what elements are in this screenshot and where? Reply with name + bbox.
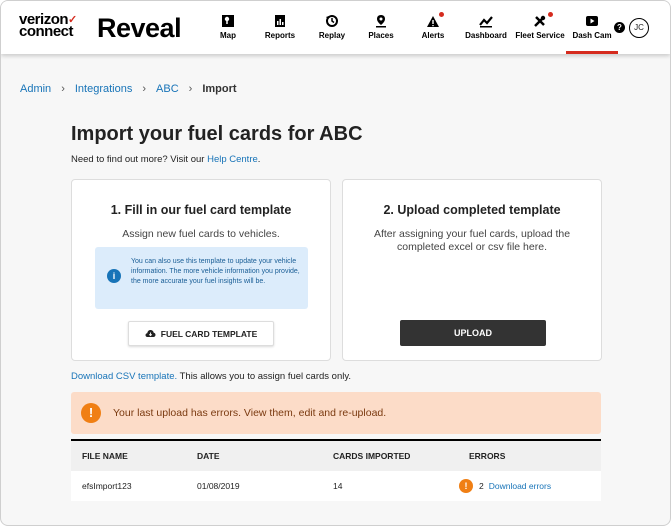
breadcrumb-integrations[interactable]: Integrations (75, 83, 132, 95)
import-history-table: FILE NAME DATE CARDS IMPORTED ERRORS efs… (71, 439, 601, 501)
logo-bottom-text: connect (19, 23, 74, 40)
dashboard-icon (479, 16, 493, 28)
error-warning-icon: ! (459, 479, 473, 493)
breadcrumb-abc[interactable]: ABC (156, 83, 179, 95)
top-header: verizon✓ connect Reveal Map Reports Repl… (1, 1, 670, 54)
nav-label-replay: Replay (318, 31, 346, 40)
header-date: DATE (197, 451, 220, 461)
verizon-connect-logo[interactable]: verizon✓ connect (19, 12, 83, 40)
fuel-card-template-label: FUEL CARD TEMPLATE (160, 328, 258, 339)
upload-error-text: Your last upload has errors. View them, … (113, 407, 387, 419)
download-csv-link[interactable]: Download CSV template. (71, 371, 177, 382)
places-icon (376, 15, 386, 28)
nav-item-dash-cam[interactable]: Dash Cam (566, 1, 618, 54)
upload-error-banner: ! Your last upload has errors. View them… (71, 392, 601, 434)
fill-template-card: 1. Fill in our fuel card template Assign… (71, 179, 331, 361)
dash-cam-icon (586, 16, 598, 26)
fill-template-title: 1. Fill in our fuel card template (110, 203, 292, 217)
upload-button[interactable]: UPLOAD (400, 320, 546, 346)
nav-label-reports: Reports (264, 31, 296, 40)
error-count: 2 (479, 481, 484, 491)
help-centre-link[interactable]: Help Centre (207, 154, 258, 165)
nav-item-replay[interactable]: Replay (310, 1, 354, 54)
nav-item-fleet-service[interactable]: Fleet Service (514, 1, 566, 54)
nav-label-dashboard: Dashboard (465, 31, 507, 40)
fuel-card-template-button[interactable]: FUEL CARD TEMPLATE (128, 321, 274, 346)
cell-date: 01/08/2019 (197, 481, 240, 491)
download-errors-link[interactable]: Download errors (489, 481, 551, 491)
breadcrumb: Admin › Integrations › ABC › Import (20, 83, 237, 95)
alerts-icon (427, 16, 439, 27)
upload-template-card: 2. Upload completed template After assig… (342, 179, 602, 361)
nav-label-alerts: Alerts (421, 31, 445, 40)
header-cards-imported: CARDS IMPORTED (333, 451, 411, 461)
page-title: Import your fuel cards for ABC (71, 123, 363, 145)
nav-item-alerts[interactable]: Alerts (408, 1, 458, 54)
nav-item-dashboard[interactable]: Dashboard (458, 1, 514, 54)
subtitle-suffix: . (257, 154, 261, 165)
csv-template-line: Download CSV template. This allows you t… (71, 371, 351, 382)
brand-title: Reveal (97, 13, 182, 43)
chevron-right-icon: › (188, 83, 193, 95)
nav-label-places: Places (368, 31, 394, 40)
map-icon (222, 15, 234, 27)
fleet-service-icon (534, 15, 546, 27)
nav-item-map[interactable]: Map (206, 1, 250, 54)
main-nav: Map Reports Replay Places Alerts Dashboa… (206, 1, 618, 54)
breadcrumb-admin[interactable]: Admin (20, 83, 51, 95)
template-info-text: You can also use this template to update… (131, 258, 300, 285)
app-window: verizon✓ connect Reveal Map Reports Repl… (0, 0, 671, 526)
template-info-box: i You can also use this template to upda… (95, 247, 308, 309)
table-header: FILE NAME DATE CARDS IMPORTED ERRORS (71, 439, 601, 471)
upload-template-title: 2. Upload completed template (383, 203, 561, 217)
alerts-notification-dot (439, 12, 444, 17)
nav-item-places[interactable]: Places (354, 1, 408, 54)
help-icon[interactable]: ? (614, 22, 625, 33)
cell-cards-imported: 14 (333, 481, 343, 491)
reports-icon (275, 15, 285, 27)
info-icon: i (107, 269, 121, 283)
cell-errors: ! 2 Download errors (459, 479, 601, 493)
csv-description: This allows you to assign fuel cards onl… (177, 371, 352, 382)
table-row: efsImport123 01/08/2019 14 ! 2 Download … (71, 471, 601, 501)
nav-item-reports[interactable]: Reports (250, 1, 310, 54)
header-file-name: FILE NAME (82, 451, 128, 461)
nav-label-map: Map (220, 31, 236, 40)
page-subtitle: Need to find out more? Visit our Help Ce… (71, 154, 260, 165)
warning-icon: ! (81, 403, 101, 423)
user-avatar[interactable]: JC (629, 18, 649, 38)
nav-label-fleet-service: Fleet Service (515, 31, 565, 40)
header-errors: ERRORS (469, 451, 506, 461)
cloud-download-icon (145, 330, 156, 337)
fleet-service-notification-dot (548, 12, 553, 17)
chevron-right-icon: › (61, 83, 65, 95)
breadcrumb-current: Import (202, 83, 237, 95)
subtitle-prefix: Need to find out more? Visit our (71, 154, 208, 165)
chevron-right-icon: › (142, 83, 147, 95)
fill-template-desc: Assign new fuel cards to vehicles. (122, 228, 280, 240)
replay-icon (326, 15, 338, 27)
upload-template-desc: After assigning your fuel cards, upload … (373, 228, 571, 253)
nav-label-dash-cam: Dash Cam (572, 31, 612, 40)
cell-file-name: efsImport123 (82, 481, 132, 491)
